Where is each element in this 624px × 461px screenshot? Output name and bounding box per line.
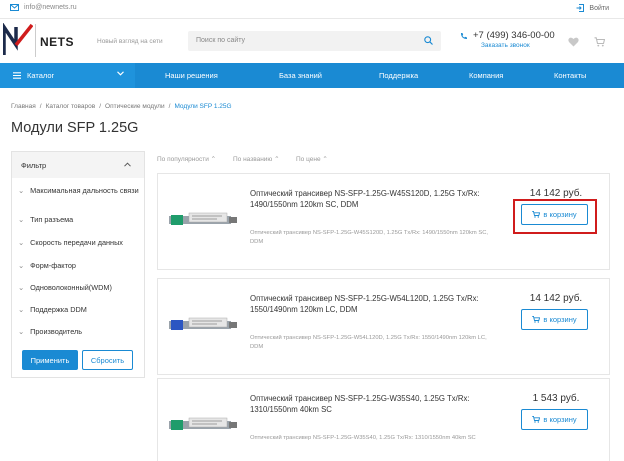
sfp-module-image[interactable] (167, 314, 239, 334)
callback-link[interactable]: Заказать звонок (481, 42, 530, 49)
logo[interactable]: NETS (3, 22, 87, 59)
cart-icon (532, 316, 541, 323)
logo-divider (35, 24, 36, 57)
add-to-cart-label: в корзину (543, 415, 577, 424)
phone-icon (461, 32, 467, 39)
catalog-menu-button[interactable]: Каталог (0, 63, 135, 88)
sort-label: По цене (296, 156, 321, 163)
add-to-cart-button[interactable]: в корзину (521, 409, 588, 430)
filter-item-label: Одноволоконный(WDM) (30, 283, 112, 292)
filter-item-label: Поддержка DDM (30, 305, 87, 314)
filter-item-form-factor[interactable]: ⌄ Форм-фактор (18, 261, 76, 270)
chevron-down-icon: ⌄ (18, 327, 25, 336)
add-to-cart-label: в корзину (543, 315, 577, 324)
login-icon (576, 4, 585, 12)
chevron-down-icon: ⌄ (18, 283, 25, 292)
heart-icon[interactable] (568, 37, 579, 47)
breadcrumb: Главная / Каталог товаров / Оптические м… (11, 103, 232, 110)
highlight-annotation (513, 199, 597, 234)
sort-by-price[interactable]: По цене ⌃ (296, 155, 328, 163)
apply-filter-button[interactable]: Применить (22, 350, 78, 370)
filter-item-wdm[interactable]: ⌄ Одноволоконный(WDM) (18, 283, 112, 292)
filter-panel: Фильтр ⌄ Максимальная дальность связи ⌄ … (11, 151, 145, 378)
tagline: Новый взгляд на сети (97, 38, 163, 45)
chevron-up-icon (124, 162, 131, 167)
breadcrumb-separator: / (39, 103, 42, 110)
sfp-module-image[interactable] (167, 209, 239, 229)
filter-item-label: Максимальная дальность связи (30, 186, 139, 195)
nav-item-knowledge-base[interactable]: База знаний (279, 71, 322, 80)
filter-item-label: Форм-фактор (30, 261, 76, 270)
sort-by-popularity[interactable]: По популярности ⌃ (157, 155, 216, 163)
login-label: Войти (589, 4, 609, 12)
breadcrumb-optical-modules[interactable]: Оптические модули (105, 103, 165, 110)
chevron-down-icon: ⌄ (18, 186, 25, 195)
filter-item-label: Скорость передачи данных (30, 238, 123, 247)
login-link[interactable]: Войти (576, 4, 609, 12)
product-price: 1 543 руб. (532, 393, 580, 404)
filter-item-max-distance[interactable]: ⌄ Максимальная дальность связи (18, 186, 140, 196)
sort-label: По названию (233, 156, 273, 163)
catalog-label: Каталог (27, 71, 55, 80)
phone-number[interactable]: +7 (499) 346-00-00 (460, 30, 555, 41)
main-nav: Каталог Наши решения База знаний Поддерж… (0, 63, 624, 88)
add-to-cart-button[interactable]: в корзину (521, 309, 588, 330)
product-description: Оптический трансивер NS-SFP-1.25G-W35S40… (250, 435, 476, 441)
mail-icon (10, 4, 19, 11)
chevron-down-icon: ⌄ (18, 305, 25, 314)
search-placeholder: Поиск по сайту (196, 37, 246, 44)
chevron-down-icon: ⌄ (18, 238, 25, 247)
filter-item-ddm[interactable]: ⌄ Поддержка DDM (18, 305, 87, 314)
product-card: Оптический трансивер NS-SFP-1.25G-W54L12… (157, 278, 610, 375)
nav-item-solutions[interactable]: Наши решения (165, 71, 218, 80)
filter-item-label: Тип разъема (30, 215, 74, 224)
nav-item-contacts[interactable]: Контакты (554, 71, 586, 80)
filter-header[interactable]: Фильтр (12, 152, 144, 178)
nav-item-company[interactable]: Компания (469, 71, 503, 80)
page-title: Модули SFP 1.25G (11, 120, 139, 136)
phone-text: +7 (499) 346-00-00 (473, 30, 555, 41)
product-price: 14 142 руб. (529, 188, 583, 199)
nav-item-support[interactable]: Поддержка (379, 71, 418, 80)
email-link[interactable]: info@newnets.ru (10, 4, 77, 11)
product-card: Оптический трансивер NS-SFP-1.25G-W35S40… (157, 378, 610, 461)
top-bar: info@newnets.ru Войти (0, 0, 624, 19)
breadcrumb-current: Модули SFP 1.25G (174, 103, 232, 110)
chevron-down-icon (117, 71, 124, 76)
search-icon[interactable] (424, 36, 433, 45)
logo-text: NETS (40, 35, 75, 49)
breadcrumb-catalog[interactable]: Каталог товаров (46, 103, 96, 110)
product-price: 14 142 руб. (529, 293, 583, 304)
logo-mark-icon (3, 23, 33, 55)
search-input[interactable]: Поиск по сайту (188, 31, 441, 51)
menu-icon (13, 72, 21, 79)
sort-label: По популярности (157, 156, 209, 163)
product-name[interactable]: Оптический трансивер NS-SFP-1.25G-W45S12… (250, 188, 505, 210)
email-text: info@newnets.ru (24, 4, 77, 11)
product-name[interactable]: Оптический трансивер NS-SFP-1.25G-W35S40… (250, 393, 505, 415)
filter-item-data-rate[interactable]: ⌄ Скорость передачи данных (18, 238, 123, 247)
cart-icon[interactable] (594, 37, 605, 47)
sort-by-name[interactable]: По названию ⌃ (233, 155, 280, 163)
breadcrumb-home[interactable]: Главная (11, 103, 36, 110)
header: NETS Новый взгляд на сети Поиск по сайту… (0, 19, 624, 61)
breadcrumb-separator: / (99, 103, 102, 110)
product-description: Оптический трансивер NS-SFP-1.25G-W54L12… (250, 335, 487, 350)
product-description: Оптический трансивер NS-SFP-1.25G-W45S12… (250, 230, 488, 245)
sfp-module-image[interactable] (167, 414, 239, 434)
filter-title: Фильтр (21, 161, 47, 170)
breadcrumb-separator: / (168, 103, 171, 110)
filter-item-label: Производитель (30, 327, 83, 336)
cart-icon (532, 416, 541, 423)
chevron-down-icon: ⌄ (18, 261, 25, 270)
filter-item-connector-type[interactable]: ⌄ Тип разъема (18, 215, 73, 224)
filter-item-manufacturer[interactable]: ⌄ Производитель (18, 327, 82, 336)
chevron-down-icon: ⌄ (18, 215, 25, 224)
reset-filter-button[interactable]: Сбросить (82, 350, 133, 370)
product-name[interactable]: Оптический трансивер NS-SFP-1.25G-W54L12… (250, 293, 505, 315)
